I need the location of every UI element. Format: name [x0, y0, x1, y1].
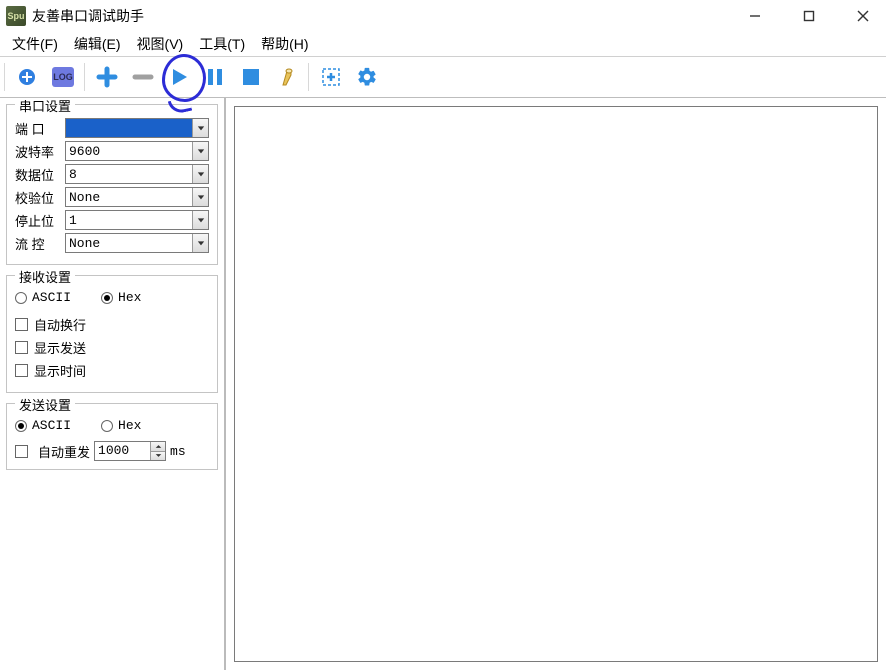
radio-recv-ascii[interactable]: ASCII — [15, 290, 71, 305]
checkbox-label: 显示时间 — [34, 361, 86, 380]
combo-parity[interactable]: None — [65, 187, 209, 207]
log-icon[interactable]: LOG — [48, 62, 78, 92]
left-panel: 串口设置 端 口 波特率 9600 数据位 8 — [0, 98, 225, 670]
toolbar-separator — [84, 63, 86, 91]
clear-icon[interactable] — [272, 62, 302, 92]
new-window-icon[interactable] — [316, 62, 346, 92]
add-port-icon[interactable] — [12, 62, 42, 92]
combo-stopbits[interactable]: 1 — [65, 210, 209, 230]
radio-send-hex[interactable]: Hex — [101, 418, 141, 433]
maximize-button[interactable] — [796, 3, 822, 29]
stop-icon[interactable] — [236, 62, 266, 92]
label-flow: 流 控 — [15, 234, 65, 253]
combo-value: 1 — [69, 213, 77, 228]
spin-up-icon[interactable] — [151, 442, 165, 452]
combo-value: None — [69, 236, 100, 251]
combo-value: None — [69, 190, 100, 205]
chevron-down-icon — [192, 234, 208, 252]
radio-icon — [15, 292, 27, 304]
output-textarea[interactable] — [234, 106, 878, 662]
window-title: 友善串口调试助手 — [32, 6, 144, 26]
radio-recv-hex[interactable]: Hex — [101, 290, 141, 305]
check-auto-wrap[interactable]: 自动换行 — [15, 315, 209, 334]
toolbar-separator — [4, 63, 6, 91]
menu-edit[interactable]: 编辑(E) — [66, 32, 129, 56]
label-parity: 校验位 — [15, 188, 65, 207]
menu-help[interactable]: 帮助(H) — [253, 32, 316, 56]
radio-send-ascii[interactable]: ASCII — [15, 418, 71, 433]
combo-value: 8 — [69, 167, 77, 182]
checkbox-icon — [15, 445, 28, 458]
combo-baud[interactable]: 9600 — [65, 141, 209, 161]
label-port: 端 口 — [15, 119, 65, 138]
pause-icon[interactable] — [200, 62, 230, 92]
chevron-down-icon — [192, 142, 208, 160]
right-panel — [225, 98, 886, 670]
minus-icon[interactable] — [128, 62, 158, 92]
check-show-send[interactable]: 显示发送 — [15, 338, 209, 357]
combo-flow[interactable]: None — [65, 233, 209, 253]
checkbox-label: 显示发送 — [34, 338, 86, 357]
app-icon: Spu — [6, 6, 26, 26]
check-auto-resend[interactable]: 自动重发 — [38, 442, 90, 461]
menu-view[interactable]: 视图(V) — [129, 32, 192, 56]
check-show-time[interactable]: 显示时间 — [15, 361, 209, 380]
combo-value: 9600 — [69, 144, 100, 159]
label-baud: 波特率 — [15, 142, 65, 161]
radio-label: ASCII — [32, 418, 71, 433]
label-databits: 数据位 — [15, 165, 65, 184]
combo-port[interactable] — [65, 118, 209, 138]
radio-icon — [101, 420, 113, 432]
group-port-settings: 串口设置 端 口 波特率 9600 数据位 8 — [6, 104, 218, 265]
unit-label: ms — [170, 444, 186, 459]
menu-bar: 文件(F) 编辑(E) 视图(V) 工具(T) 帮助(H) — [0, 32, 886, 56]
checkbox-icon — [15, 341, 28, 354]
label-stopbits: 停止位 — [15, 211, 65, 230]
title-bar: Spu 友善串口调试助手 — [0, 0, 886, 32]
menu-tools[interactable]: 工具(T) — [191, 32, 253, 56]
chevron-down-icon — [192, 119, 208, 137]
minimize-button[interactable] — [742, 3, 768, 29]
checkbox-label: 自动换行 — [34, 315, 86, 334]
group-send-settings: 发送设置 ASCII Hex 自动重发 1000 — [6, 403, 218, 470]
group-legend: 接收设置 — [15, 267, 75, 286]
svg-text:LOG: LOG — [53, 72, 73, 82]
play-icon[interactable] — [164, 62, 194, 92]
menu-file[interactable]: 文件(F) — [4, 32, 66, 56]
toolbar: LOG — [0, 56, 886, 98]
radio-label: ASCII — [32, 290, 71, 305]
group-legend: 发送设置 — [15, 395, 75, 414]
chevron-down-icon — [192, 211, 208, 229]
radio-label: Hex — [118, 290, 141, 305]
spin-down-icon[interactable] — [151, 452, 165, 461]
toolbar-separator — [308, 63, 310, 91]
plus-icon[interactable] — [92, 62, 122, 92]
group-recv-settings: 接收设置 ASCII Hex 自动换行 显示发送 — [6, 275, 218, 393]
combo-databits[interactable]: 8 — [65, 164, 209, 184]
settings-icon[interactable] — [352, 62, 382, 92]
radio-icon — [15, 420, 27, 432]
close-button[interactable] — [850, 3, 876, 29]
chevron-down-icon — [192, 165, 208, 183]
radio-label: Hex — [118, 418, 141, 433]
radio-icon — [101, 292, 113, 304]
chevron-down-icon — [192, 188, 208, 206]
checkbox-icon — [15, 318, 28, 331]
checkbox-icon — [15, 364, 28, 377]
spinner-value: 1000 — [95, 442, 150, 460]
group-legend: 串口设置 — [15, 98, 75, 115]
spinner-interval[interactable]: 1000 — [94, 441, 166, 461]
